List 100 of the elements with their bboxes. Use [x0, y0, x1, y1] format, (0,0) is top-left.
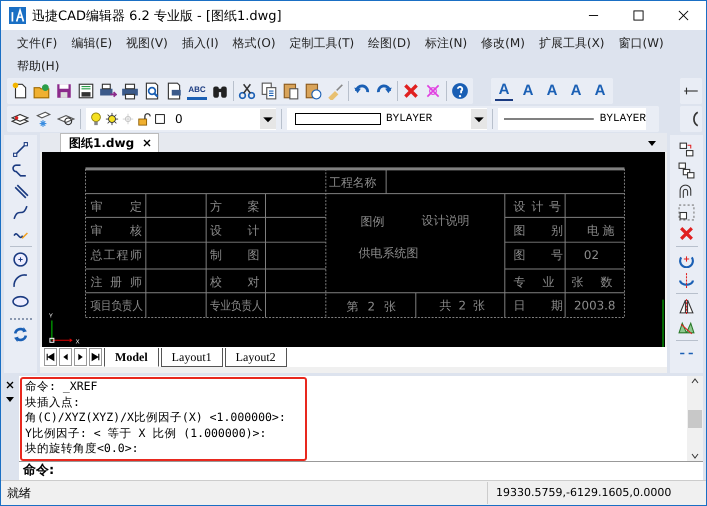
layout-tab[interactable]: Layout1 — [160, 348, 223, 367]
lineweight-dropdown[interactable]: BYLAYER — [498, 108, 646, 130]
copy-icon[interactable] — [260, 82, 278, 100]
ellipse-icon[interactable] — [12, 293, 29, 310]
paste-special-icon[interactable] — [304, 82, 322, 100]
title-block-label: 图 号 — [514, 248, 564, 262]
array-icon[interactable] — [678, 204, 695, 221]
title-block-value: 电 施 — [586, 223, 615, 238]
menu-item[interactable]: 绘图(D) — [360, 32, 417, 55]
close-icon[interactable] — [5, 380, 15, 390]
title-block-label: 专业负责人 — [210, 298, 270, 313]
save-icon[interactable] — [55, 82, 73, 100]
lightbulb-icon — [89, 112, 103, 126]
scroll-down-icon[interactable] — [690, 451, 700, 461]
printer-arrow-icon[interactable] — [99, 82, 117, 100]
menu-item[interactable]: 插入(I) — [174, 32, 225, 55]
title-block-text: 第 2 张 — [346, 300, 396, 314]
title-block-label: 项目负责人 — [90, 298, 150, 313]
export-icon[interactable] — [77, 82, 95, 100]
color-swatch-icon — [153, 112, 167, 126]
print-preview-icon[interactable] — [143, 82, 161, 100]
layout-tab[interactable]: Model — [104, 348, 159, 367]
menu-item[interactable]: 定制工具(T) — [282, 32, 360, 55]
previous-page-icon[interactable] — [59, 348, 72, 366]
command-history-line: Y比例因子: < 等于 X 比例 (1.000000)>: — [25, 426, 268, 441]
last-page-icon[interactable] — [89, 348, 102, 366]
layout-tab[interactable]: Layout2 — [224, 348, 287, 367]
menu-item[interactable]: 窗口(W) — [610, 32, 670, 55]
paste-icon[interactable] — [282, 82, 300, 100]
app-logo-icon — [9, 7, 26, 24]
crosshair-cursor-icon — [662, 299, 664, 348]
scrollbar[interactable] — [687, 376, 703, 461]
command-history-line: 命令: _XREF — [25, 379, 98, 394]
close-icon[interactable] — [678, 10, 689, 21]
title-block-label: 总 工 程 师 — [90, 248, 142, 262]
layer-dropdown[interactable]: 0 — [86, 108, 276, 130]
copy-object-icon[interactable] — [678, 141, 695, 158]
menu-item[interactable]: 标注(N) — [416, 32, 474, 55]
title-block-label: 方 案 — [210, 199, 260, 214]
title-block-text: 供电系统图 — [358, 246, 418, 260]
lineweight-sample-icon — [504, 117, 594, 121]
spline-icon[interactable] — [12, 204, 29, 221]
first-page-icon[interactable] — [44, 348, 57, 366]
title-block-label: 设 计 号 — [514, 199, 562, 214]
text-style-button[interactable]: A — [495, 81, 513, 101]
regenerate-icon[interactable] — [12, 326, 29, 343]
multiple-copy-icon[interactable] — [678, 162, 695, 179]
layer-state-icon[interactable] — [34, 110, 52, 128]
polyline-icon[interactable] — [12, 162, 29, 179]
text-style-button[interactable]: A — [519, 81, 537, 101]
title-block-label: 审 定 — [90, 199, 142, 214]
status-text: 就绪 — [7, 484, 32, 502]
close-icon[interactable] — [142, 138, 152, 148]
command-history-line: 角(C)/XYZ(XYZ)/X比例因子(X) <1.000000>: — [25, 410, 287, 426]
menu-item[interactable]: 视图(V) — [118, 32, 174, 55]
menu-item[interactable]: 帮助(H) — [9, 55, 66, 78]
rotate-3d-icon[interactable] — [678, 272, 695, 289]
menu-item[interactable]: 格式(O) — [224, 32, 282, 55]
next-page-icon[interactable] — [74, 348, 87, 366]
document-tab[interactable]: 图纸1.dwg — [60, 133, 160, 152]
scroll-thumb[interactable] — [688, 410, 702, 428]
window-title: 迅捷CAD编辑器 6.2 专业版 - [图纸1.dwg] — [32, 8, 283, 24]
delete-icon[interactable] — [678, 225, 695, 242]
title-block-label: 校 对 — [210, 274, 260, 289]
menu-item[interactable]: 修改(M) — [473, 32, 531, 55]
line-icon[interactable] — [12, 141, 29, 158]
command-history-line: 块插入点: — [25, 394, 81, 410]
spell-check-button[interactable]: ABC — [187, 82, 207, 100]
open-folder-icon[interactable] — [33, 82, 51, 100]
arc-icon[interactable] — [12, 272, 29, 289]
printer-icon[interactable] — [121, 82, 139, 100]
erase-icon[interactable] — [424, 82, 442, 100]
linetype-dropdown[interactable]: BYLAYER — [287, 108, 487, 130]
lock-icon — [137, 112, 151, 126]
maximize-icon[interactable] — [633, 10, 644, 21]
mirror-icon[interactable] — [678, 298, 695, 315]
multiline-icon[interactable] — [12, 183, 29, 200]
new-file-icon[interactable] — [11, 82, 29, 100]
help-icon[interactable] — [451, 82, 469, 100]
title-block-label: 专 业 张 数 — [514, 274, 613, 289]
title-block-value: 02 — [584, 248, 599, 262]
title-block-text: 图例 — [360, 214, 384, 228]
title-block-label: 图 别 — [514, 223, 564, 238]
menu-item[interactable]: 文件(F) — [9, 32, 64, 55]
brush-icon[interactable] — [326, 82, 344, 100]
text-style-button[interactable]: A — [567, 81, 585, 101]
delete-icon[interactable] — [402, 82, 420, 100]
text-style-button[interactable]: A — [591, 81, 609, 101]
dropdown-arrow-icon[interactable] — [5, 394, 15, 404]
circle-icon[interactable] — [12, 251, 29, 268]
dropdown-arrow-icon[interactable] — [647, 138, 657, 148]
scroll-up-icon[interactable] — [690, 376, 700, 386]
menu-item[interactable]: 编辑(E) — [63, 32, 118, 55]
scissors-icon[interactable] — [238, 82, 256, 100]
title-block-label: 工程名称 — [328, 176, 377, 190]
mirror-3d-icon[interactable] — [678, 319, 695, 336]
menu-item[interactable]: 扩展工具(X) — [530, 32, 610, 55]
text-style-button[interactable]: A — [543, 81, 561, 101]
title-block-label: 注 册 师 — [90, 274, 142, 289]
title-block-label: 日 期 — [514, 298, 564, 313]
